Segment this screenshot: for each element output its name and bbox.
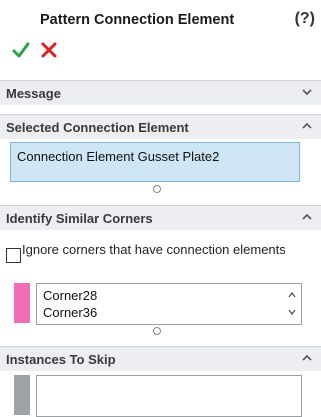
ignore-corners-label: Ignore corners that have connection elem…	[22, 242, 286, 257]
message-section-label: Message	[6, 86, 61, 101]
list-item[interactable]: Connection Element Gusset Plate2	[17, 149, 219, 164]
identify-section-label: Identify Similar Corners	[6, 211, 153, 226]
chevron-up-icon[interactable]	[301, 119, 313, 133]
chevron-up-icon[interactable]	[301, 210, 313, 224]
checkmark-icon[interactable]	[12, 40, 30, 60]
list-item[interactable]: Corner28	[43, 288, 97, 303]
identify-section-header[interactable]: Identify Similar Corners	[0, 205, 321, 230]
skip-instances-list[interactable]	[36, 375, 302, 417]
property-manager-header: Pattern Connection Element (?)	[0, 0, 321, 70]
corner-list[interactable]: Corner28 Corner36	[36, 283, 302, 325]
help-icon[interactable]: (?)	[295, 10, 315, 28]
selected-section-label: Selected Connection Element	[6, 120, 189, 135]
page-title: Pattern Connection Element	[40, 12, 235, 28]
resize-handle[interactable]	[153, 185, 161, 193]
scroll-up-icon[interactable]	[287, 290, 297, 300]
skip-section-header[interactable]: Instances To Skip	[0, 346, 321, 371]
x-icon[interactable]	[40, 40, 58, 60]
chevron-up-icon[interactable]	[301, 351, 313, 365]
ignore-corners-checkbox[interactable]	[6, 248, 21, 263]
selected-element-list[interactable]: Connection Element Gusset Plate2	[10, 142, 300, 182]
corner-color-swatch	[14, 283, 30, 323]
skip-color-swatch	[14, 375, 30, 415]
chevron-down-icon[interactable]	[301, 85, 313, 99]
selected-section-header[interactable]: Selected Connection Element	[0, 114, 321, 139]
message-section-header[interactable]: Message	[0, 80, 321, 105]
list-item[interactable]: Corner36	[43, 305, 97, 320]
scroll-down-icon[interactable]	[287, 307, 297, 317]
resize-handle[interactable]	[153, 327, 161, 335]
skip-section-label: Instances To Skip	[6, 352, 116, 367]
